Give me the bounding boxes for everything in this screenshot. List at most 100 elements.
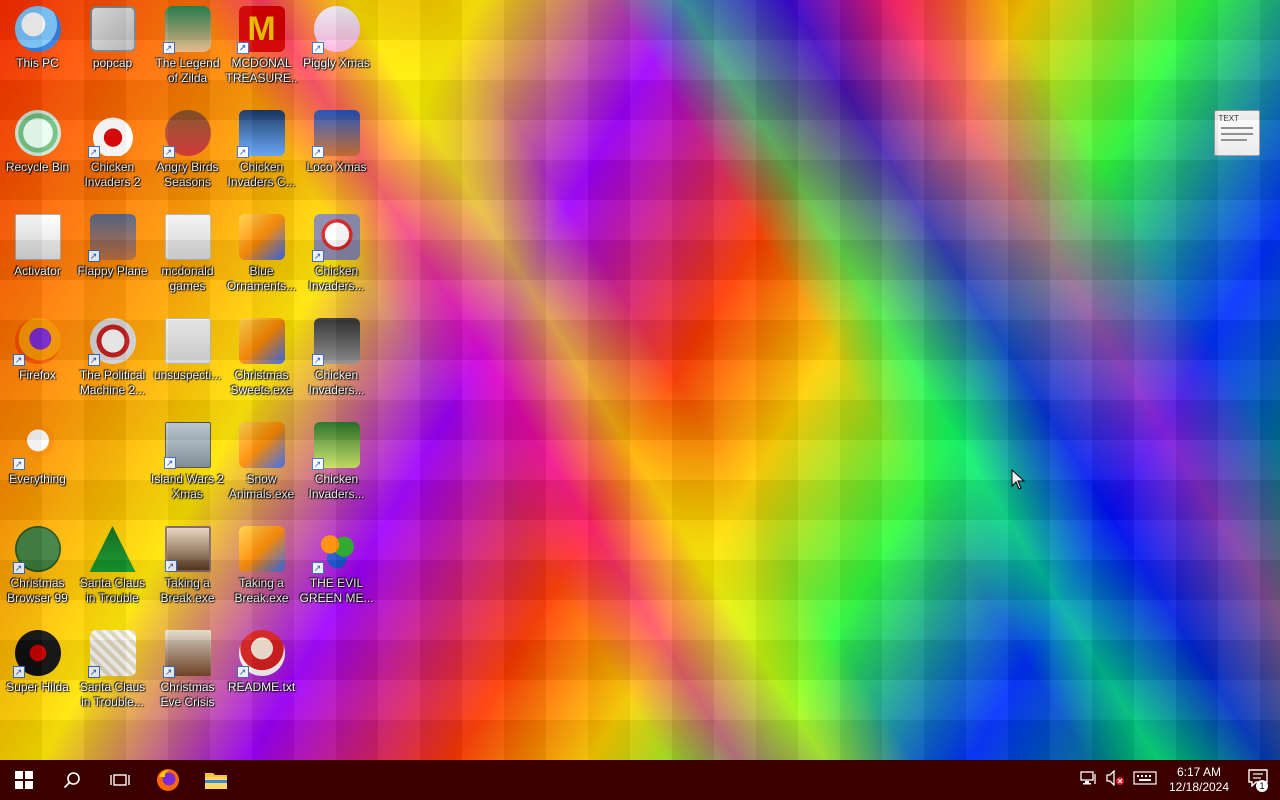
desktop-icon-blue-ornaments[interactable]: Blue Ornaments...: [224, 210, 299, 310]
chicken-invaders-icon: ↗: [236, 110, 285, 158]
chicken-invaders-icon: ↗: [311, 214, 360, 262]
clock-button[interactable]: 6:17 AM 12/18/2024: [1162, 765, 1236, 795]
firefox-icon: [156, 768, 180, 792]
shortcut-arrow-icon: ↗: [311, 354, 324, 366]
shortcut-arrow-icon: ↗: [236, 666, 249, 678]
desktop-icon-everything[interactable]: ↗ Everything: [0, 418, 75, 518]
desktop-icon-santa-claus-2[interactable]: ↗ Christmas Eve Crisis: [150, 626, 225, 726]
shortcut-arrow-icon: ↗: [311, 458, 324, 470]
start-button[interactable]: [0, 760, 48, 800]
touch-keyboard-button[interactable]: [1128, 760, 1162, 800]
desktop-icon-snow-animals[interactable]: Snow Animals.exe: [224, 418, 299, 518]
desktop-background[interactable]: This PC Recycle Bin Activator ↗ Firefox …: [0, 0, 1280, 760]
desktop-icon-label: Snow Animals.exe: [228, 472, 295, 501]
chicken-invaders-icon: ↗: [311, 422, 360, 470]
desktop-icon-label: Activator: [14, 264, 61, 278]
desktop-icon-political-machine[interactable]: ↗ The Political Machine 2...: [75, 314, 150, 414]
shortcut-arrow-icon: ↗: [87, 666, 100, 678]
undertale-icon: ↗: [12, 526, 61, 574]
taskbar-pinned-file-explorer[interactable]: [192, 760, 240, 800]
shortcut-arrow-icon: ↗: [12, 562, 25, 574]
magnifier-icon: ↗: [12, 422, 61, 470]
desktop-icon-taking-a-break[interactable]: Taking a Break.exe: [224, 522, 299, 622]
desktop-icon-this-pc[interactable]: This PC: [0, 2, 75, 102]
mcdonalds-icon: M ↗: [236, 6, 285, 54]
computer-icon: [14, 6, 61, 52]
task-view-button[interactable]: [96, 760, 144, 800]
action-center-button[interactable]: 1: [1236, 760, 1280, 800]
desktop-icon-island-wars[interactable]: ↗ Island Wars 2 Xmas: [150, 418, 225, 518]
desktop-icon-firefox[interactable]: ↗ Firefox: [0, 314, 75, 414]
desktop-icon-chicken-invaders-d[interactable]: ↗ Chicken Invaders...: [299, 418, 374, 518]
search-icon: [63, 771, 81, 789]
recycle-bin-icon: [14, 110, 61, 156]
task-view-icon: [110, 772, 130, 788]
desktop-icon-legend-of-zilda[interactable]: ↗ The Legend of Zilda: [150, 2, 225, 102]
desktop-icon-papers-please[interactable]: ↗ Super Hilda: [0, 626, 75, 726]
desktop-icon-undertale[interactable]: ↗ Christmas Browser 99: [0, 522, 75, 622]
file-icon: [14, 214, 61, 260]
desktop-icon-super-hilda[interactable]: ↗ Santa Claus in Trouble...: [75, 626, 150, 726]
folder-icon: [164, 214, 211, 260]
desktop-icon-label: Santa Claus in Trouble...: [79, 680, 146, 709]
zelda-icon: ↗: [162, 6, 211, 54]
desktop-icon-label: Angry Birds Seasons: [156, 160, 219, 189]
desktop-icon-angry-birds[interactable]: ↗ Angry Birds Seasons: [150, 106, 225, 206]
desktop-icon-label: popcap: [92, 56, 133, 70]
desktop-icon-santa-claus[interactable]: ↗ Taking a Break.exe: [150, 522, 225, 622]
desktop-icon-chicken-invaders-2[interactable]: ↗ Chicken Invaders 2: [75, 106, 150, 206]
desktop-icon-mcdonald-games[interactable]: mcdonald games: [150, 210, 225, 310]
system-tray: 6:17 AM 12/18/2024 1: [1076, 760, 1280, 800]
desktop-icon-label: unsuspecti...: [153, 368, 222, 382]
file-explorer-icon: [204, 770, 228, 790]
shortcut-arrow-icon: ↗: [87, 250, 100, 262]
shortcut-arrow-icon: ↗: [87, 146, 100, 158]
desktop-icon-flappy-plane[interactable]: ↗ Flappy Plane: [75, 210, 150, 310]
desktop-icon-label: README.txt: [227, 680, 296, 694]
desktop-icon-label: Taking a Break.exe: [234, 576, 289, 605]
island-wars-icon: ↗: [163, 422, 211, 469]
pig-icon: ↗: [311, 6, 360, 54]
desktop-icon-christmas-browser[interactable]: Santa Claus in Trouble: [75, 522, 150, 622]
search-button[interactable]: [48, 760, 96, 800]
desktop-icon-piggly-xmas[interactable]: ↗ Piggly Xmas: [299, 2, 374, 102]
desktop-icon-readme[interactable]: TEXT: [1199, 106, 1274, 206]
installer-icon: [238, 526, 285, 572]
desktop-icon-label: Chicken Invaders...: [308, 472, 365, 501]
windows-start-icon: [15, 771, 33, 789]
desktop-icon-label: Christmas Browser 99: [7, 576, 68, 605]
text-line: [1220, 139, 1247, 141]
desktop-icon-label: Super Hilda: [6, 680, 69, 694]
desktop-icon-label: Santa Claus in Trouble: [79, 576, 146, 605]
desktop-icon-activator[interactable]: Activator: [0, 210, 75, 310]
shortcut-arrow-icon: ↗: [162, 666, 175, 678]
desktop-icon-recycle-bin[interactable]: Recycle Bin: [0, 106, 75, 206]
desktop-icon-unsuspecti[interactable]: unsuspecti...: [150, 314, 225, 414]
shortcut-arrow-icon: ↗: [311, 146, 324, 158]
desktop-icon-popcap[interactable]: popcap: [75, 2, 150, 102]
installer-icon: [238, 422, 285, 468]
santa-icon: ↗: [162, 630, 211, 678]
santa-icon: ↗: [164, 526, 211, 572]
desktop-icon-christmas-eve-crisis[interactable]: ↗ README.txt: [224, 626, 299, 726]
desktop-icon-christmas-sweets[interactable]: Christmas Sweets.exe: [224, 314, 299, 414]
desktop-icon-label: Chicken Invaders...: [308, 368, 365, 397]
taskbar-pinned-firefox[interactable]: [144, 760, 192, 800]
clock-time: 6:17 AM: [1176, 765, 1222, 779]
volume-button[interactable]: [1102, 760, 1128, 800]
desktop-icon-chicken-invaders-a[interactable]: ↗ Chicken Invaders...: [299, 210, 374, 310]
desktop-icon-evil-green[interactable]: ↗ THE EVIL GREEN ME...: [299, 522, 374, 622]
shortcut-arrow-icon: ↗: [87, 354, 100, 366]
shortcut-arrow-icon: ↗: [236, 146, 249, 158]
desktop-icon-chicken-invaders-b[interactable]: ↗ Chicken Invaders...: [299, 314, 374, 414]
angry-birds-icon: ↗: [162, 110, 211, 158]
desktop-icon-chicken-invaders-c[interactable]: ↗ Chicken Invaders C...: [224, 106, 299, 206]
shortcut-arrow-icon: ↗: [12, 354, 25, 366]
shortcut-arrow-icon: ↗: [12, 666, 25, 678]
desktop-icon-mcdonal-treasure[interactable]: M↗ MCDONAL TREASURE...: [224, 2, 299, 102]
shortcut-arrow-icon: ↗: [162, 42, 175, 54]
desktop-icon-label: Loco Xmas: [306, 160, 367, 174]
desktop-icon-loco-xmas[interactable]: ↗ Loco Xmas: [299, 106, 374, 206]
folder-icon: [164, 318, 211, 364]
network-button[interactable]: [1076, 760, 1102, 800]
